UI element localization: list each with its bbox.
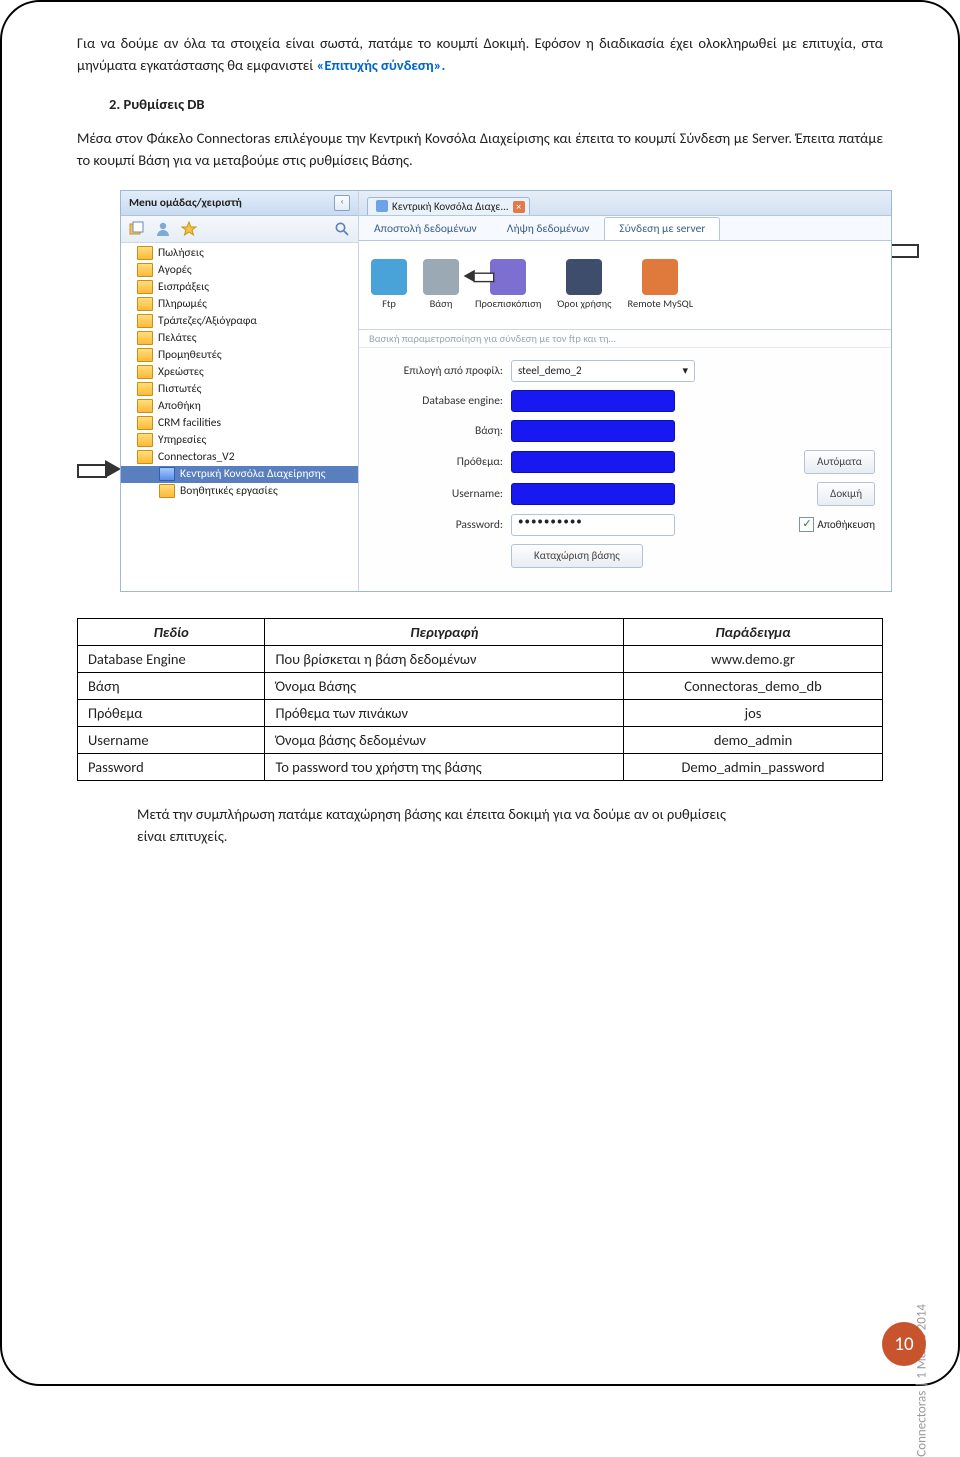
th-field: Πεδίο (78, 618, 265, 645)
arrow-icon (77, 460, 121, 478)
remote-mysql-button[interactable]: Remote MySQL (627, 259, 693, 310)
checkbox-icon: ✓ (799, 517, 814, 532)
base-label: Βάση: (375, 424, 503, 438)
paragraph-after-table: Μετά την συμπλήρωση πατάμε καταχώρηση βά… (137, 803, 737, 848)
sidebar-item-crm[interactable]: CRM facilities (121, 415, 358, 432)
save-checkbox[interactable]: ✓ Αποθήκευση (799, 517, 875, 532)
password-label: Password: (375, 518, 503, 532)
ribbon-tabs: Αποστολή δεδομένων Λήψη δεδομένων Σύνδεσ… (359, 216, 891, 241)
close-icon[interactable]: × (513, 201, 525, 213)
collapse-button[interactable]: ‹ (334, 195, 350, 211)
sidebar-item-creditors[interactable]: Πιστωτές (121, 381, 358, 398)
tab-receive-data[interactable]: Λήψη δεδομένων (492, 217, 605, 240)
paragraph-2: Μέσα στον Φάκελο Connectoras επιλέγουμε … (77, 127, 883, 172)
test-button[interactable]: Δοκιμή (817, 482, 875, 506)
sidebar-item-warehouse[interactable]: Αποθήκη (121, 398, 358, 415)
sidebar-item-receipts[interactable]: Εισπράξεις (121, 279, 358, 296)
paragraph-1-text: Για να δούμε αν όλα τα στοιχεία είναι σω… (77, 34, 883, 74)
prefix-input[interactable] (511, 451, 675, 473)
sidebar-item-central-console[interactable]: Κεντρική Κονσόλα Διαχείρησης (121, 466, 358, 483)
profile-label: Επιλογή από προφίλ: (375, 364, 503, 378)
sidebar-toolbar (121, 216, 358, 243)
username-input[interactable] (511, 483, 675, 505)
auto-button[interactable]: Αυτόματα (804, 450, 875, 474)
document-tab[interactable]: Κεντρική Κονσόλα Διαχε... × (367, 197, 530, 215)
table-row: Username Όνομα βάσης δεδομένων demo_admi… (78, 726, 883, 753)
success-text: «Επιτυχής σύνδεση». (317, 56, 446, 74)
terms-button[interactable]: Όροι χρήσης (557, 259, 611, 310)
register-db-button[interactable]: Καταχώριση βάσης (511, 544, 643, 568)
paragraph-1: Για να δούμε αν όλα τα στοιχεία είναι σω… (77, 32, 883, 77)
arrow-icon (464, 270, 495, 283)
table-row: Database Engine Που βρίσκεται η βάση δεδ… (78, 645, 883, 672)
table-row: Βάση Όνομα Βάσης Connectoras_demo_db (78, 672, 883, 699)
sidebar-item-payments[interactable]: Πληρωμές (121, 296, 358, 313)
sidebar-item-customers[interactable]: Πελάτες (121, 330, 358, 347)
th-example: Παράδειγμα (624, 618, 883, 645)
fields-table: Πεδίο Περιγραφή Παράδειγμα Database Engi… (77, 618, 883, 781)
tab-send-data[interactable]: Αποστολή δεδομένων (359, 217, 492, 240)
sidebar-title: Menu ομάδας/χειριστή (129, 196, 242, 210)
table-row: Πρόθεμα Πρόθεμα των πινάκων jos (78, 699, 883, 726)
prefix-label: Πρόθεμα: (375, 455, 503, 469)
profile-value: steel_demo_2 (518, 364, 582, 377)
sidebar: Menu ομάδας/χειριστή ‹ Πωλήσεις Αγορές Ε… (121, 191, 359, 591)
database-button[interactable]: Βάση (423, 259, 459, 310)
table-row: Password Το password του χρήστη της βάση… (78, 753, 883, 780)
ribbon: Ftp Βάση Προεπισκόπιση Όροι χρήσης Remot… (359, 241, 891, 330)
base-input[interactable] (511, 420, 675, 442)
ftp-button[interactable]: Ftp (371, 259, 407, 310)
sidebar-item-banks[interactable]: Τράπεζες/Αξιόγραφα (121, 313, 358, 330)
heading-db: 2. Ρυθμίσεις DB (109, 95, 883, 113)
sidebar-item-suppliers[interactable]: Προμηθευτές (121, 347, 358, 364)
sidebar-item-purchases[interactable]: Αγορές (121, 262, 358, 279)
chevron-down-icon: ▾ (682, 364, 688, 377)
save-label: Αποθήκευση (817, 518, 875, 531)
tab-server-connect[interactable]: Σύνδεση με server (604, 217, 720, 240)
username-label: Username: (375, 487, 503, 501)
page-number-badge: 10 (882, 1322, 926, 1366)
screenshot: Menu ομάδας/χειριστή ‹ Πωλήσεις Αγορές Ε… (77, 190, 883, 590)
tab-icon (376, 200, 388, 212)
sidebar-item-utilities[interactable]: Βοηθητικές εργασίες (121, 483, 358, 500)
ribbon-subcaption: Βασική παραμετροποίηση για σύνδεση με το… (359, 330, 891, 348)
files-icon[interactable] (129, 221, 145, 237)
star-icon[interactable] (181, 221, 197, 237)
sidebar-item-sales[interactable]: Πωλήσεις (121, 245, 358, 262)
tab-label: Κεντρική Κονσόλα Διαχε... (392, 200, 509, 213)
main-panel: Κεντρική Κονσόλα Διαχε... × Αποστολή δεδ… (359, 191, 891, 591)
folder-tree: Πωλήσεις Αγορές Εισπράξεις Πληρωμές Τράπ… (121, 243, 358, 591)
sidebar-item-debtors[interactable]: Χρεώστες (121, 364, 358, 381)
th-description: Περιγραφή (265, 618, 624, 645)
preview-button[interactable]: Προεπισκόπιση (475, 259, 541, 310)
sidebar-item-connectoras[interactable]: Connectoras_V2 (121, 449, 358, 466)
search-icon[interactable] (334, 221, 350, 237)
document-tabstrip: Κεντρική Κονσόλα Διαχε... × (359, 191, 891, 216)
db-form: Επιλογή από προφίλ: steel_demo_2 ▾ Datab… (359, 348, 891, 576)
profile-combo[interactable]: steel_demo_2 ▾ (511, 360, 695, 382)
sidebar-header: Menu ομάδας/χειριστή ‹ (121, 191, 358, 216)
sidebar-item-services[interactable]: Υπηρεσίες (121, 432, 358, 449)
password-input[interactable]: •••••••••• (511, 514, 675, 536)
engine-label: Database engine: (375, 394, 503, 408)
user-icon[interactable] (155, 221, 171, 237)
engine-input[interactable] (511, 390, 675, 412)
